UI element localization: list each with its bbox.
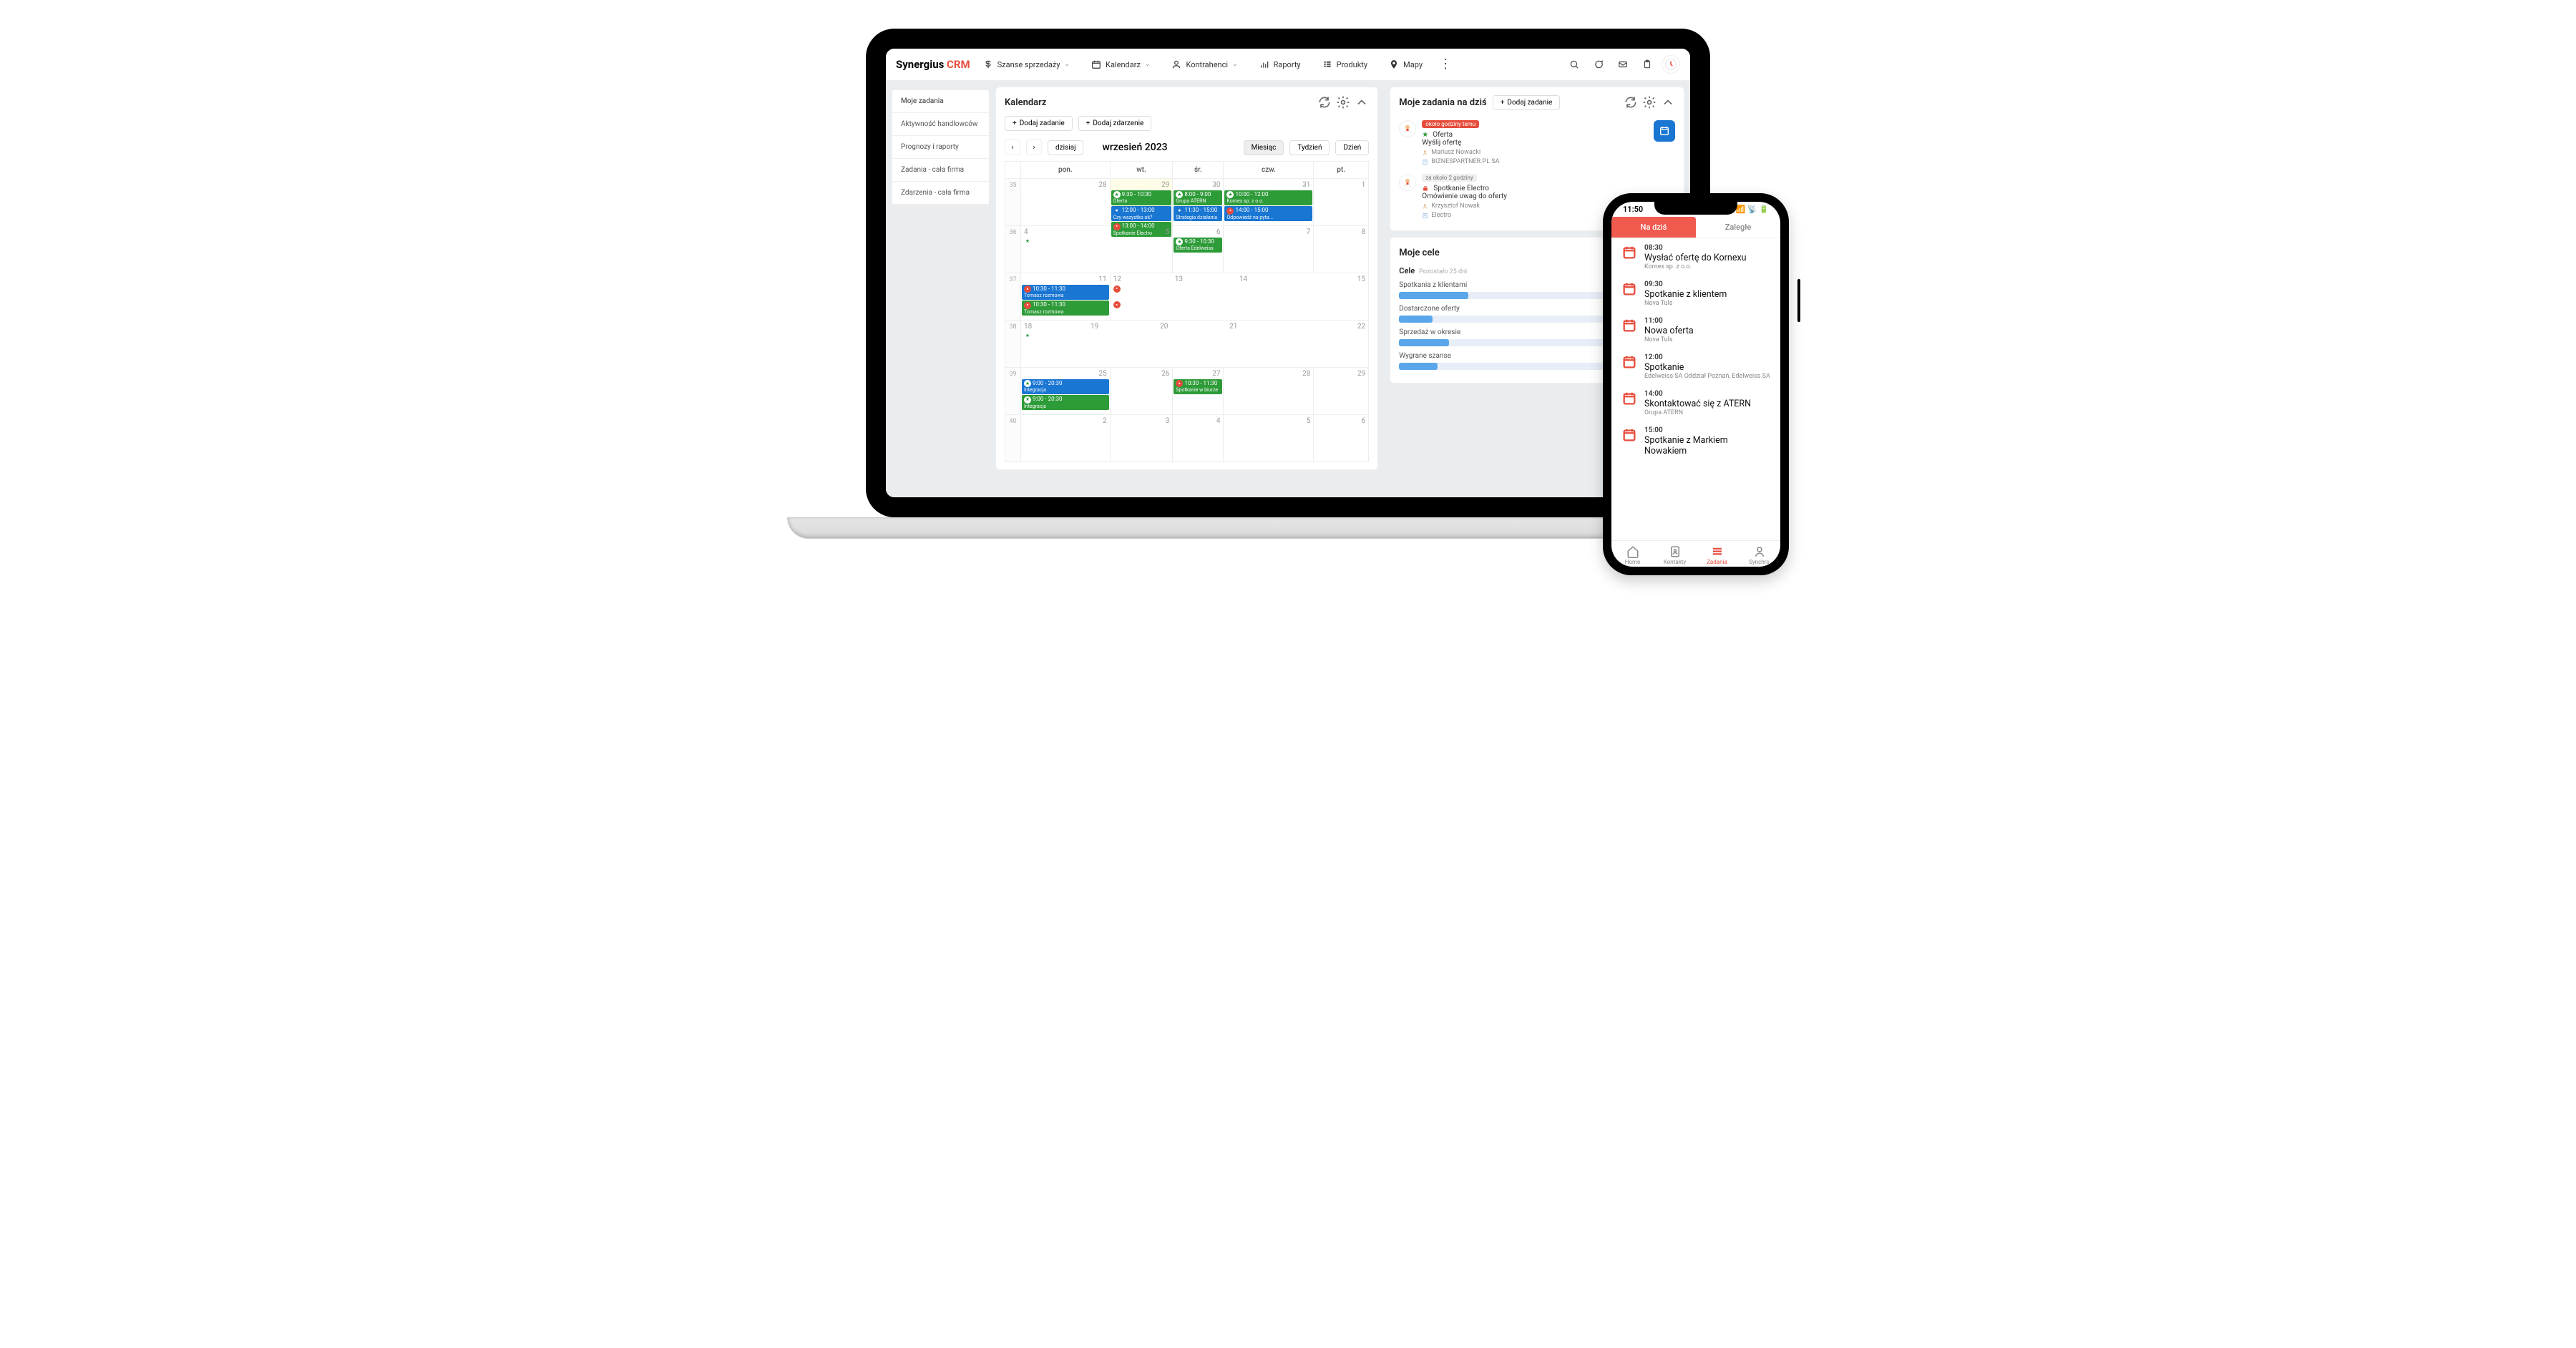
cal-event[interactable]: ▪9:00 - 17:00Szkolenie <box>1111 284 1368 300</box>
view-day[interactable]: Dzień <box>1335 140 1369 155</box>
search-icon[interactable] <box>1564 54 1584 74</box>
view-month[interactable]: Miesiąc <box>1244 140 1284 155</box>
dollar-icon <box>983 59 993 69</box>
add-event-button[interactable]: + Dodaj zdarzenie <box>1078 116 1152 131</box>
gear-icon[interactable] <box>1642 95 1657 109</box>
add-task-button[interactable]: + Dodaj zadanie <box>1005 116 1073 131</box>
collapse-icon[interactable] <box>1661 95 1675 109</box>
phone-task-item[interactable]: 08:30Wysłać ofertę do KornexuKornex sp. … <box>1621 244 1770 270</box>
bars-icon <box>1259 59 1269 69</box>
phone-nav-home[interactable]: Home <box>1611 545 1654 565</box>
time-chip: za około 2 godziny <box>1422 174 1476 182</box>
sidebar-item-all-events[interactable]: Zdarzenia - cała firma <box>892 182 989 205</box>
today-button[interactable]: dzisiaj <box>1048 140 1083 155</box>
phone-nav-contacts[interactable]: Kontakty <box>1654 545 1696 565</box>
view-week[interactable]: Tydzień <box>1289 140 1330 155</box>
cal-event[interactable]: ★10:00 - 12:00Kornex sp. z o.o. <box>1224 190 1312 205</box>
cal-event[interactable]: ▪10:30 - 11:30Spotkanie w biurze <box>1174 379 1222 394</box>
sidebar-item-forecasts[interactable]: Prognozy i raporty <box>892 136 989 159</box>
calendar-icon <box>1621 245 1637 260</box>
avatar-icon <box>1399 174 1416 191</box>
cal-event[interactable]: ▪10:30 - 11:30Tomasz rozmowa <box>1022 285 1109 300</box>
calendar-title: Kalendarz <box>1005 97 1046 108</box>
cal-event[interactable]: ★9:00 - 20:30Integracja <box>1022 379 1109 394</box>
phone-nav-sync[interactable]: Synchro <box>1738 545 1780 565</box>
refresh-icon[interactable] <box>1317 95 1332 109</box>
user-avatar[interactable] <box>1662 55 1680 74</box>
chat-icon[interactable] <box>1589 54 1609 74</box>
nav-contacts[interactable]: Kontrahenci⌄ <box>1163 55 1246 74</box>
more-menu[interactable]: ⋮ <box>1435 54 1455 74</box>
goals-remaining: Pozostało 25 dni <box>1419 268 1467 275</box>
add-task-button-2[interactable]: + Dodaj zadanie <box>1493 95 1561 110</box>
goals-title: Cele <box>1399 266 1415 275</box>
cal-event[interactable]: ★9:30 - 10:30Oferta <box>1111 190 1172 205</box>
clipboard-icon[interactable] <box>1637 54 1657 74</box>
cal-event[interactable]: ▪10:30 - 11:30Tomasz rozmowa <box>1022 301 1109 316</box>
calendar-icon <box>1621 427 1637 443</box>
goals-panel-title: Moje cele <box>1399 248 1439 258</box>
phone-task-item[interactable]: 09:30Spotkanie z klientemNova Tuls <box>1621 280 1770 307</box>
nav-products[interactable]: Produkty <box>1314 55 1376 74</box>
phone-task-item[interactable]: 14:00Skontaktować się z ATERNGrupa ATERN <box>1621 390 1770 416</box>
refresh-icon[interactable] <box>1624 95 1638 109</box>
sidebar: Moje zadania Aktywność handlowców Progno… <box>892 89 990 205</box>
calendar-grid: pon.wt.śr.czw.pt. 35 28 29 <box>1005 161 1369 462</box>
calendar-icon <box>1621 281 1637 297</box>
phone-task-item[interactable]: 12:00SpotkanieEdelweiss SA Oddział Pozna… <box>1621 353 1770 380</box>
time-chip: około godziny temu <box>1422 120 1479 128</box>
phone-nav-tasks[interactable]: Zadania <box>1696 545 1738 565</box>
calendar-icon <box>1091 59 1101 69</box>
cal-event[interactable]: ★8:00 - 9:00Grupa ATERN <box>1174 190 1222 205</box>
person-icon <box>1171 59 1181 69</box>
cal-event[interactable]: ★9:00 - 20:30Integracja <box>1022 395 1109 410</box>
phone-task-item[interactable]: 11:00Nowa ofertaNova Tuls <box>1621 317 1770 343</box>
cal-event[interactable]: ●12:00 - 13:00Czy wszystko ok? <box>1111 206 1172 221</box>
cal-event[interactable]: ●11:30 - 15:00Strategia działania <box>1174 206 1222 221</box>
sidebar-item-my-tasks[interactable]: Moje zadania <box>892 90 989 113</box>
mail-icon[interactable] <box>1613 54 1633 74</box>
sidebar-item-seller-activity[interactable]: Aktywność handlowców <box>892 113 989 136</box>
calendar-icon <box>1621 318 1637 333</box>
task-item[interactable]: około godziny temu ★ Oferta Wyślij ofert… <box>1399 116 1675 170</box>
phone-tab-today[interactable]: Na dziś <box>1611 217 1696 238</box>
app-logo: Synergius CRM <box>896 58 970 71</box>
grid-icon <box>1322 59 1332 69</box>
cal-event[interactable]: ▪14:00 - 15:00Odpowiedź na pyta... <box>1224 206 1312 221</box>
next-month[interactable]: › <box>1026 140 1042 155</box>
prev-month[interactable]: ‹ <box>1005 140 1020 155</box>
cal-event[interactable]: ▪9:00 - 17:00Szkolenie <box>1111 301 1368 316</box>
cal-event[interactable]: ★0:00 - 23:30Urlop <box>1022 237 1094 253</box>
tasks-title: Moje zadania na dziś <box>1399 97 1486 108</box>
calendar-icon <box>1621 354 1637 370</box>
phone-task-item[interactable]: 15:00Spotkanie z Markiem Nowakiem <box>1621 426 1770 456</box>
calendar-flag-icon[interactable] <box>1654 120 1675 142</box>
collapse-icon[interactable] <box>1355 95 1369 109</box>
month-label: wrzesień 2023 <box>1102 142 1167 153</box>
cal-event[interactable]: ★9:30 - 10:30Oferta Edelweiss <box>1174 238 1222 253</box>
phone-tab-late[interactable]: Zaległe <box>1696 217 1780 238</box>
cal-event[interactable]: ★0:00 - 23:30Urlop <box>1022 331 1367 347</box>
avatar-icon <box>1399 120 1416 137</box>
calendar-icon <box>1621 391 1637 406</box>
nav-calendar[interactable]: Kalendarz⌄ <box>1083 55 1158 74</box>
nav-opportunities[interactable]: Szanse sprzedaży⌄ <box>975 55 1078 74</box>
gear-icon[interactable] <box>1336 95 1350 109</box>
sidebar-item-all-tasks[interactable]: Zadania - cała firma <box>892 159 989 182</box>
nav-reports[interactable]: Raporty <box>1251 55 1309 74</box>
nav-maps[interactable]: Mapy <box>1380 55 1431 74</box>
pin-icon <box>1389 59 1399 69</box>
